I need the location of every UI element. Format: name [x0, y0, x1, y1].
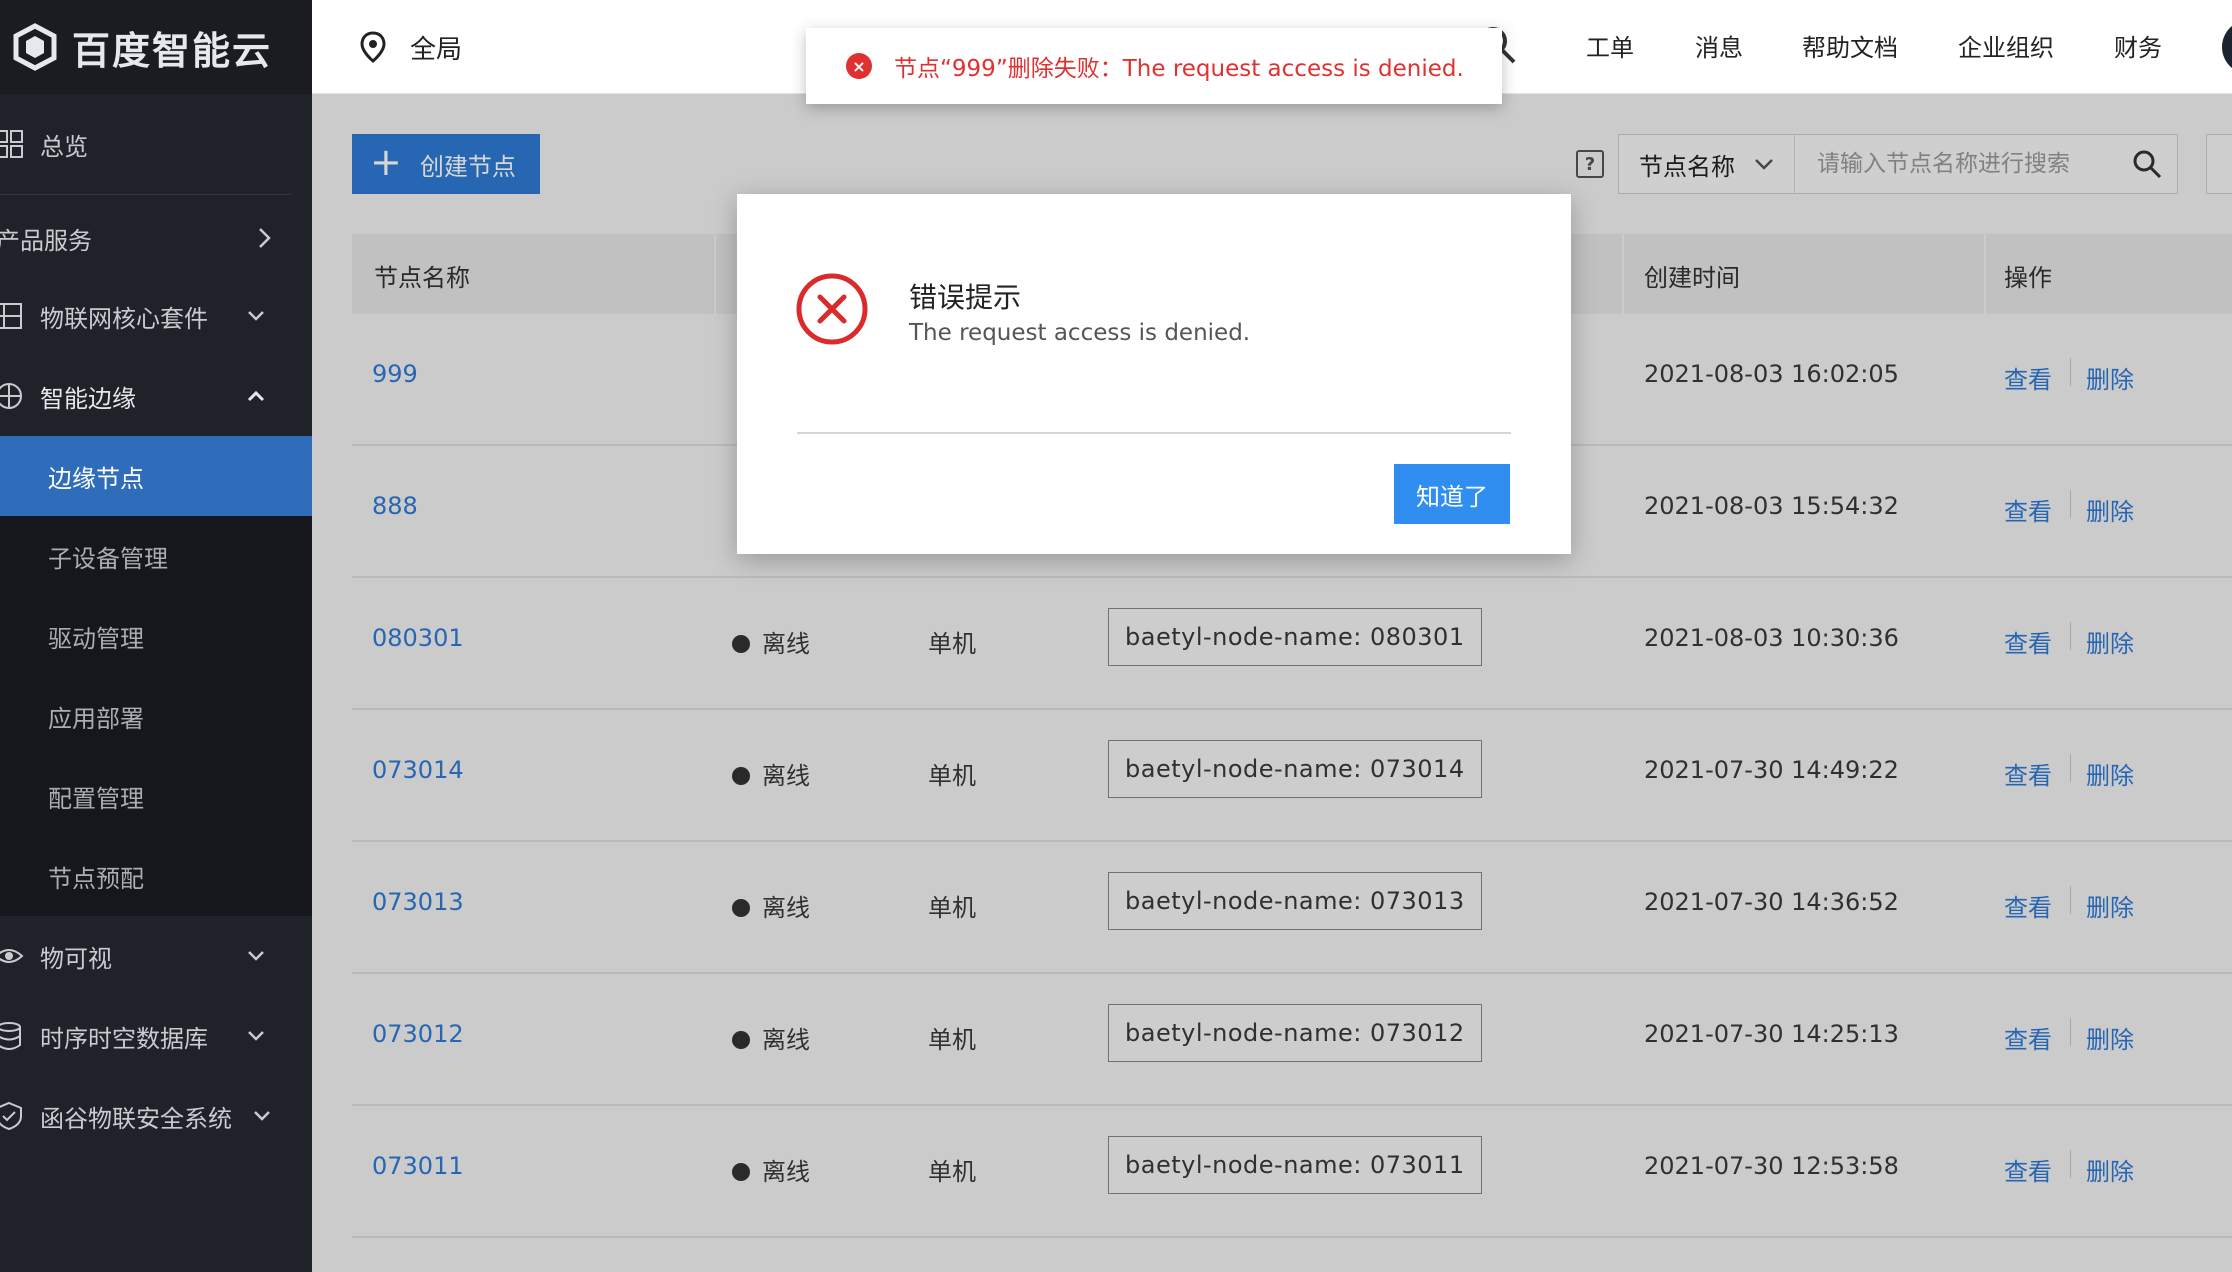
grid-icon — [0, 129, 24, 159]
chevron-down-icon — [250, 1104, 274, 1128]
network-icon — [0, 301, 24, 331]
nav-ticket[interactable]: 工单 — [1586, 28, 1634, 63]
sidebar-item-label: 时序时空数据库 — [40, 1024, 208, 1053]
eye-icon — [0, 941, 24, 971]
sidebar-item-tsdb[interactable]: 时序时空数据库 — [0, 996, 312, 1076]
dialog-title: 错误提示 — [909, 281, 1022, 314]
nav-finance[interactable]: 财务 — [2114, 28, 2162, 63]
sidebar-item-visual[interactable]: 物可视 — [0, 916, 312, 996]
sidebar-item-iot-core[interactable]: 物联网核心套件 — [0, 276, 312, 356]
sidebar-item-edge-nodes[interactable]: 边缘节点 — [0, 436, 312, 516]
region-label: 全局 — [410, 34, 463, 65]
sidebar-item-provision[interactable]: 节点预配 — [0, 836, 312, 916]
chevron-down-icon — [244, 1024, 268, 1048]
region-selector[interactable]: 全局 — [356, 22, 462, 72]
sidebar-item-config[interactable]: 配置管理 — [0, 756, 312, 836]
nav-help-docs[interactable]: 帮助文档 — [1802, 28, 1898, 63]
error-circle-icon — [795, 272, 869, 346]
logo-text: 百度智能云 — [72, 28, 273, 73]
sidebar-item-label: 物联网核心套件 — [40, 304, 208, 333]
toast-message: 节点“999”删除失败：The request access is denied… — [894, 56, 1464, 82]
sidebar-item-overview[interactable]: 总览 — [0, 104, 312, 184]
sidebar-divider — [0, 194, 292, 195]
database-icon — [0, 1021, 24, 1051]
sidebar-item-drivers[interactable]: 驱动管理 — [0, 596, 312, 676]
dialog-message: The request access is denied. — [909, 320, 1251, 346]
chevron-down-icon — [244, 944, 268, 968]
sidebar-item-label: 产品服务 — [0, 226, 92, 255]
cloud-logo-icon — [13, 23, 57, 71]
sidebar-item-edge[interactable]: 智能边缘 — [0, 356, 312, 436]
sidebar-item-label: 函谷物联安全系统 — [40, 1104, 232, 1133]
logo[interactable]: 百度智能云 — [0, 0, 312, 94]
error-dialog: 错误提示 The request access is denied. 知道了 — [737, 194, 1571, 554]
confirm-button[interactable]: 知道了 — [1394, 464, 1510, 524]
sidebar-item-sub-devices[interactable]: 子设备管理 — [0, 516, 312, 596]
dialog-divider — [797, 432, 1511, 434]
avatar[interactable] — [2222, 20, 2232, 74]
sidebar-item-label: 总览 — [40, 132, 88, 161]
chevron-up-icon — [244, 384, 268, 408]
chevron-down-icon — [244, 304, 268, 328]
sidebar-item-security[interactable]: 函谷物联安全系统 — [0, 1076, 312, 1156]
nav-organization[interactable]: 企业组织 — [1958, 28, 2054, 63]
sidebar-item-label: 物可视 — [40, 944, 112, 973]
shield-icon — [0, 1101, 24, 1131]
sidebar-item-app-deploy[interactable]: 应用部署 — [0, 676, 312, 756]
edge-icon — [0, 381, 24, 411]
nav-messages[interactable]: 消息 — [1695, 28, 1743, 63]
error-circle-icon: × — [846, 53, 872, 79]
location-pin-icon — [360, 31, 386, 63]
sidebar-item-label: 智能边缘 — [40, 384, 136, 413]
chevron-right-icon — [252, 226, 276, 250]
sidebar-item-products[interactable]: 产品服务 — [0, 198, 312, 278]
sidebar: 百度智能云 总览 产品服务 物联网核心套件 智能边缘 边缘节点 子设备管理 驱动… — [0, 0, 312, 1272]
error-toast: × 节点“999”删除失败：The request access is deni… — [806, 28, 1502, 104]
